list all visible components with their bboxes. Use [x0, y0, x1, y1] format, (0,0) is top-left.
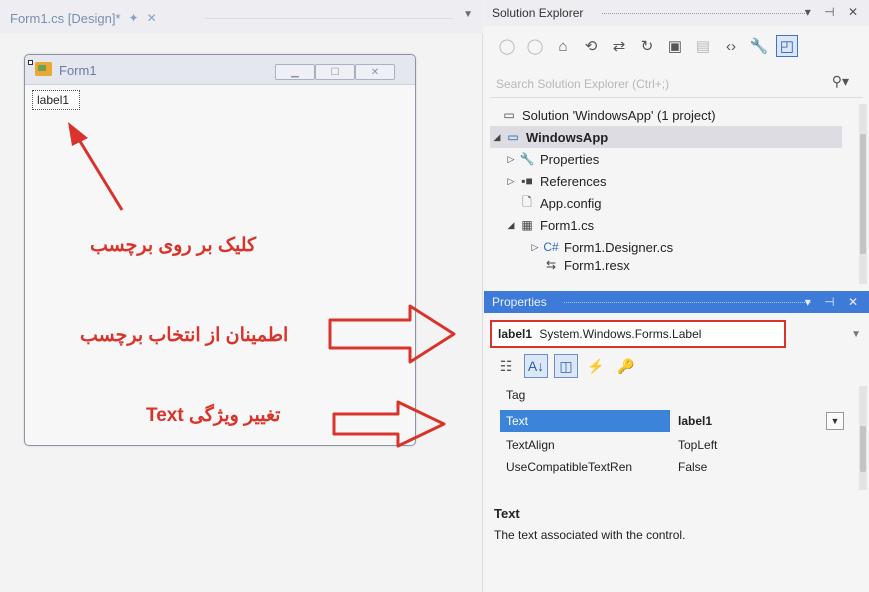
- property-row-text[interactable]: Text label1 ▼: [494, 410, 854, 432]
- property-row-tag[interactable]: Tag: [494, 384, 854, 406]
- tree-item-label: Form1.cs: [540, 217, 595, 233]
- view-designer-icon[interactable]: ◰: [776, 35, 798, 57]
- solution-explorer-header[interactable]: Solution Explorer ▾ ⊣ ✕: [484, 0, 869, 26]
- tree-item-label: App.config: [540, 195, 602, 211]
- tree-item-project[interactable]: ◢ ▭ WindowsApp: [490, 126, 842, 148]
- alphabetical-icon[interactable]: A↓: [524, 354, 548, 378]
- forward-icon[interactable]: ◯: [524, 35, 546, 57]
- references-icon: ▪■: [521, 174, 533, 188]
- sync-icon[interactable]: ⟲: [580, 35, 602, 57]
- property-row-usecompatibletextrendering[interactable]: UseCompatibleTextRen False: [494, 456, 854, 478]
- properties-title: Properties: [492, 295, 547, 309]
- property-name: TextAlign: [506, 438, 555, 452]
- solution-tree-scrollbar[interactable]: [859, 104, 867, 284]
- header-grip: [602, 13, 807, 14]
- properties-icon[interactable]: ◫: [554, 354, 578, 378]
- tree-item-label: WindowsApp: [526, 129, 609, 145]
- object-name: label1: [498, 327, 533, 341]
- tree-item-form1-designer[interactable]: ▷ C# Form1.Designer.cs: [528, 236, 674, 258]
- tree-item-app-config[interactable]: 🗋 App.config: [518, 192, 601, 214]
- annotation-change-text: تغییر ویژگی Text: [146, 405, 281, 426]
- property-name: Text: [506, 414, 529, 428]
- description-text: The text associated with the control.: [494, 528, 686, 542]
- property-name: Tag: [506, 388, 526, 402]
- properties-header[interactable]: Properties ▾ ⊣ ✕: [484, 291, 869, 313]
- property-grid: Tag Text label1 ▼ TextAlign TopLeft UseC…: [494, 384, 854, 490]
- tree-item-label: References: [540, 173, 607, 189]
- annotation-arrows: [68, 122, 456, 448]
- view-code-icon[interactable]: ‹›: [720, 35, 742, 57]
- hollow-arrow-selection: [328, 304, 456, 364]
- properties-toolbar: ☷ A↓ ◫ ⚡ 🔑: [494, 352, 638, 380]
- designer-panel: Form1.cs [Design]* ✦ ✕ ▼ Form1 ▁ ☐ ✕ lab…: [0, 0, 483, 592]
- show-all-files-icon[interactable]: ▤: [692, 35, 714, 57]
- object-type: System.Windows.Forms.Label: [539, 327, 702, 341]
- resx-file-icon: ⇆: [545, 258, 557, 272]
- tree-item-references[interactable]: ▷ ▪■ References: [504, 170, 607, 192]
- window-controls[interactable]: ▾ ⊣ ✕: [805, 5, 863, 19]
- window-controls[interactable]: ▾ ⊣ ✕: [805, 295, 863, 309]
- expander-icon[interactable]: ▷: [504, 154, 518, 165]
- object-selector[interactable]: label1 System.Windows.Forms.Label: [490, 320, 786, 348]
- annotation-ensure-selection: اطمینان از انتخاب برچسب: [80, 325, 289, 346]
- tree-item-label: Form1.Designer.cs: [564, 239, 674, 255]
- collapse-all-icon[interactable]: ▣: [664, 35, 686, 57]
- wrench-icon: 🔧: [519, 152, 535, 166]
- expander-icon[interactable]: ◢: [504, 220, 518, 231]
- solution-explorer-search[interactable]: Search Solution Explorer (Ctrl+;) ⚲▾: [490, 70, 863, 98]
- form-file-icon: ▦: [521, 218, 533, 232]
- tree-item-form1-resx[interactable]: ⇆ Form1.resx: [542, 258, 630, 272]
- wrench-icon[interactable]: 🔧: [748, 35, 770, 57]
- property-value[interactable]: False: [678, 460, 707, 474]
- csharp-project-icon: ▭: [507, 130, 519, 144]
- value-dropdown-button[interactable]: ▼: [826, 412, 844, 430]
- tree-item-form1-cs[interactable]: ◢ ▦ Form1.cs: [504, 214, 595, 236]
- refresh-icon[interactable]: ↻: [636, 35, 658, 57]
- tree-item-label: Properties: [540, 151, 600, 167]
- property-description: Text The text associated with the contro…: [490, 502, 863, 562]
- search-input[interactable]: Search Solution Explorer (Ctrl+;): [496, 77, 669, 91]
- property-value[interactable]: label1: [678, 414, 712, 428]
- header-grip: [564, 302, 811, 303]
- solution-explorer-title: Solution Explorer: [492, 6, 584, 20]
- search-icon[interactable]: ⚲▾: [832, 73, 849, 90]
- property-pages-icon[interactable]: 🔑: [614, 354, 638, 378]
- tree-item-properties[interactable]: ▷ 🔧 Properties: [504, 148, 600, 170]
- home-icon[interactable]: ⌂: [552, 35, 574, 57]
- annotation-click-label: کلیک بر روی برچسب: [90, 235, 257, 256]
- chevron-down-icon[interactable]: ▼: [851, 329, 861, 340]
- property-value[interactable]: TopLeft: [678, 438, 717, 452]
- description-title: Text: [494, 506, 520, 521]
- pointer-arrow: [68, 122, 124, 211]
- solution-tree: ▭ Solution 'WindowsApp' (1 project) ◢ ▭ …: [484, 102, 854, 288]
- expander-icon[interactable]: ◢: [490, 132, 504, 143]
- scrollbar-thumb[interactable]: [860, 134, 866, 254]
- events-icon[interactable]: ⚡: [584, 354, 608, 378]
- expander-icon[interactable]: ▷: [528, 242, 542, 253]
- categorized-icon[interactable]: ☷: [494, 354, 518, 378]
- tree-item-label: Form1.resx: [564, 258, 630, 272]
- scrollbar-thumb[interactable]: [860, 426, 866, 472]
- expander-icon[interactable]: ▷: [504, 176, 518, 187]
- solution-explorer-toolbar: ◯ ◯ ⌂ ⟲ ⇄ ↻ ▣ ▤ ‹› 🔧 ◰: [484, 26, 869, 66]
- csharp-file-icon: C#: [543, 240, 559, 254]
- tree-item-solution[interactable]: ▭ Solution 'WindowsApp' (1 project): [500, 104, 716, 126]
- hollow-arrow-text: [332, 400, 446, 448]
- tool-windows: Solution Explorer ▾ ⊣ ✕ ◯ ◯ ⌂ ⟲ ⇄ ↻ ▣ ▤ …: [484, 0, 869, 592]
- back-icon[interactable]: ◯: [496, 35, 518, 57]
- config-file-icon: 🗋: [522, 194, 532, 209]
- pending-changes-icon[interactable]: ⇄: [608, 35, 630, 57]
- solution-icon: ▭: [503, 108, 515, 122]
- tree-item-label: Solution 'WindowsApp' (1 project): [522, 107, 716, 123]
- property-grid-scrollbar[interactable]: [859, 386, 867, 490]
- property-row-textalign[interactable]: TextAlign TopLeft: [494, 434, 854, 456]
- property-name: UseCompatibleTextRen: [506, 460, 633, 474]
